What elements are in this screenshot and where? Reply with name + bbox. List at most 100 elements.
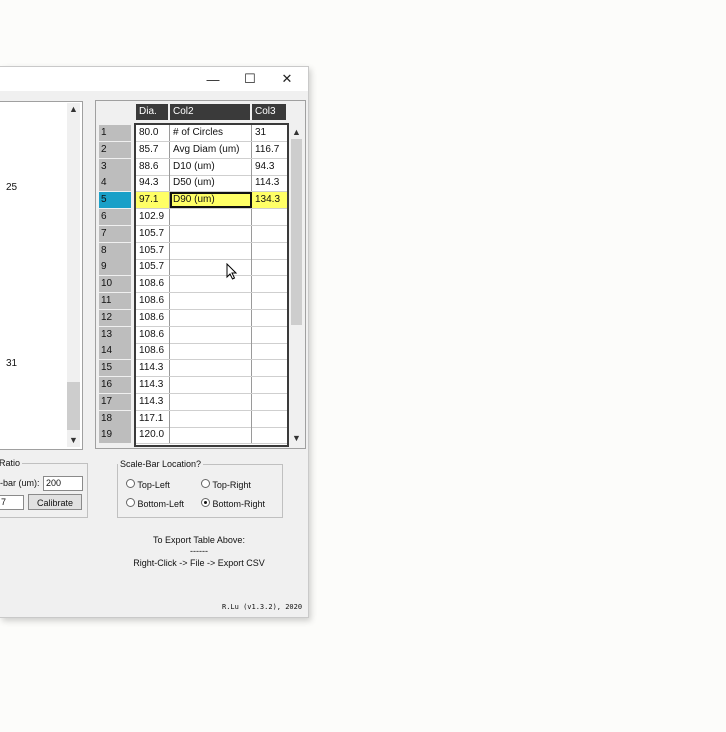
row-header[interactable]: 15 (99, 360, 131, 377)
table-cell-col2[interactable] (170, 360, 252, 377)
table-cell-col2[interactable] (170, 377, 252, 393)
scroll-down-icon[interactable]: ▼ (67, 435, 80, 445)
table-cell-col2[interactable] (170, 309, 252, 326)
table-cell-col3[interactable] (252, 427, 287, 443)
table-cell-col3[interactable] (252, 343, 287, 359)
image-panel[interactable]: 25 31 ▲ ▼ (0, 101, 83, 450)
scroll-thumb[interactable] (291, 139, 302, 325)
table-row[interactable]: 80.0 # of Circles 31 (136, 125, 287, 142)
row-header[interactable]: 17 (99, 393, 131, 410)
table-row[interactable]: 88.6 D10 (um) 94.3 (136, 158, 287, 176)
table-cell-col3[interactable] (252, 259, 287, 275)
table-cell-dia[interactable]: 108.6 (136, 276, 170, 293)
row-header[interactable]: 11 (99, 293, 131, 309)
table-cell-col2[interactable] (170, 427, 252, 444)
table-row[interactable]: 108.6 (136, 276, 287, 294)
scroll-up-icon[interactable]: ▲ (67, 104, 80, 114)
table-cell-dia[interactable]: 105.7 (136, 259, 170, 276)
table-cell-dia[interactable]: 114.3 (136, 377, 170, 393)
table-cell-dia[interactable]: 85.7 (136, 141, 170, 158)
table-cell-dia[interactable]: 120.0 (136, 427, 170, 444)
table-cell-col2[interactable]: D50 (um) (170, 175, 252, 192)
row-header[interactable]: 8 (99, 242, 131, 259)
scroll-thumb[interactable] (67, 382, 80, 430)
column-header-col2[interactable]: Col2 (170, 104, 250, 120)
table-cell-col3[interactable] (252, 209, 287, 225)
table-cell-col2[interactable] (170, 225, 252, 242)
column-header-dia[interactable]: Dia. (136, 104, 168, 120)
table-cell-col2[interactable] (170, 410, 252, 427)
scroll-up-icon[interactable]: ▲ (290, 127, 303, 137)
table-cell-dia[interactable]: 114.3 (136, 360, 170, 377)
radio-top-right[interactable]: Top-Right (201, 479, 251, 490)
table-cell-col3[interactable]: 114.3 (252, 175, 287, 191)
column-header-col3[interactable]: Col3 (252, 104, 286, 120)
radio-icon[interactable] (201, 479, 210, 488)
calibrate-button[interactable]: Calibrate (28, 494, 82, 510)
row-header[interactable]: 19 (99, 427, 131, 444)
table-row[interactable]: 94.3 D50 (um) 114.3 (136, 175, 287, 193)
radio-icon[interactable] (126, 479, 135, 488)
table-cell-col3[interactable]: 31 (252, 125, 287, 141)
table-cell-col3[interactable] (252, 411, 287, 427)
table-cell-dia[interactable]: 108.6 (136, 293, 170, 309)
maximize-button[interactable]: ☐ (233, 67, 267, 91)
table-cell-col2[interactable] (170, 259, 252, 276)
table-cell-col2[interactable] (170, 276, 252, 293)
row-header[interactable]: 5 (99, 192, 131, 209)
table-cell-dia[interactable]: 114.3 (136, 393, 170, 410)
table-row[interactable]: 108.6 (136, 293, 287, 310)
row-header[interactable]: 2 (99, 141, 131, 158)
row-header[interactable]: 14 (99, 343, 131, 360)
table-row[interactable]: 105.7 (136, 225, 287, 243)
table-row[interactable]: 97.1 D90 (um) 134.3 (136, 192, 287, 210)
table-cell-col3[interactable] (252, 293, 287, 309)
row-header[interactable]: 4 (99, 175, 131, 192)
table-cell-col2[interactable] (170, 242, 252, 259)
row-header[interactable]: 6 (99, 209, 131, 225)
table-row[interactable]: 85.7 Avg Diam (um) 116.7 (136, 141, 287, 159)
row-header[interactable]: 9 (99, 259, 131, 276)
table-cell-col3[interactable] (252, 377, 287, 393)
radio-icon[interactable] (126, 498, 135, 507)
image-scrollbar[interactable]: ▲ ▼ (67, 103, 80, 447)
close-button[interactable]: ✕ (270, 67, 304, 91)
table-row[interactable]: 114.3 (136, 393, 287, 411)
table-cell-col3[interactable] (252, 360, 287, 376)
table-row[interactable]: 120.0 (136, 427, 287, 445)
table-row[interactable]: 108.6 (136, 309, 287, 327)
table-cell-col2[interactable] (170, 209, 252, 225)
data-grid[interactable]: 80.0 # of Circles 31 85.7 Avg Diam (um) 116.7… (134, 123, 289, 447)
radio-bottom-left[interactable]: Bottom-Left (126, 498, 184, 509)
table-cell-col3[interactable] (252, 327, 287, 343)
table-cell-dia[interactable]: 94.3 (136, 175, 170, 192)
table-cell-col2[interactable]: Avg Diam (um) (170, 141, 252, 158)
radio-bottom-right[interactable]: Bottom-Right (201, 498, 265, 509)
row-header[interactable]: 3 (99, 158, 131, 175)
table-cell-col3[interactable]: 116.7 (252, 142, 287, 158)
table-cell-dia[interactable]: 108.6 (136, 343, 170, 360)
table-row[interactable]: 105.7 (136, 259, 287, 277)
table-cell-col2[interactable]: D90 (um) (170, 192, 252, 209)
table-row[interactable]: 102.9 (136, 209, 287, 226)
table-cell-col2[interactable]: D10 (um) (170, 158, 252, 175)
table-cell-dia[interactable]: 97.1 (136, 192, 170, 209)
table-cell-col2[interactable]: # of Circles (170, 125, 252, 141)
table-cell-dia[interactable]: 80.0 (136, 125, 170, 141)
scroll-down-icon[interactable]: ▼ (290, 433, 303, 443)
row-header[interactable]: 1 (99, 125, 131, 141)
radio-selected-icon[interactable] (201, 498, 210, 507)
table-cell-dia[interactable]: 88.6 (136, 158, 170, 175)
row-header[interactable]: 12 (99, 309, 131, 326)
table-cell-col3[interactable] (252, 226, 287, 242)
table-scrollbar[interactable]: ▲ ▼ (290, 123, 303, 447)
scale-bar-input[interactable]: 200 (43, 476, 83, 491)
table-row[interactable]: 105.7 (136, 242, 287, 260)
row-header[interactable]: 16 (99, 377, 131, 393)
table-row[interactable]: 114.3 (136, 360, 287, 378)
table-row[interactable]: 108.6 (136, 343, 287, 361)
table-cell-dia[interactable]: 105.7 (136, 242, 170, 259)
table-cell-col3[interactable] (252, 394, 287, 410)
table-row[interactable]: 114.3 (136, 377, 287, 394)
radio-top-left[interactable]: Top-Left (126, 479, 170, 490)
